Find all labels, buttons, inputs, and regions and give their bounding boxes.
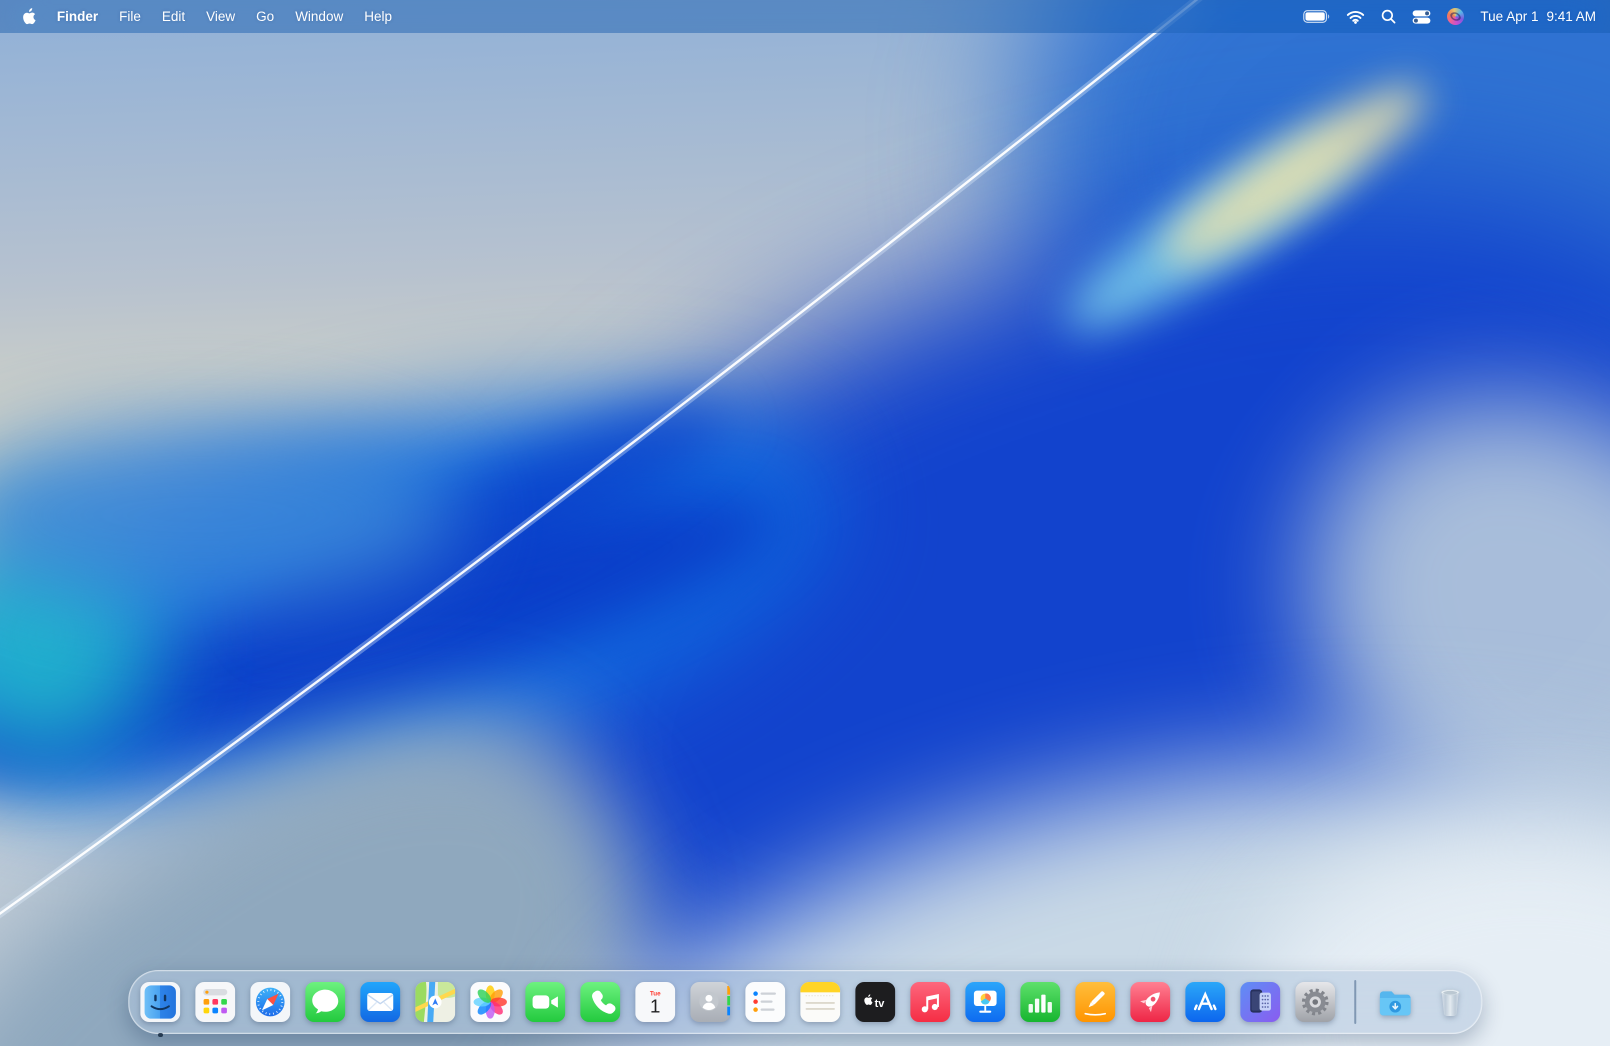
menu-finder[interactable]: Finder: [57, 9, 98, 24]
dock-shortcuts: [1375, 982, 1470, 1022]
menu-bar: Finder File Edit View Go Window Help Tue Apr 1…: [0, 0, 1610, 33]
dock-maps-icon[interactable]: [415, 982, 456, 1022]
dock-photos-icon[interactable]: [470, 982, 511, 1022]
dock-downloads-folder-icon[interactable]: [1375, 982, 1415, 1022]
menu-go[interactable]: Go: [256, 9, 274, 24]
dock-pages-icon[interactable]: [1075, 982, 1116, 1022]
dock-contacts-icon[interactable]: [690, 982, 731, 1022]
clock-time: 9:41 AM: [1546, 9, 1596, 24]
siri-icon[interactable]: [1447, 8, 1465, 25]
dock-numbers-icon[interactable]: [1020, 982, 1061, 1022]
dock-mail-icon[interactable]: [360, 982, 401, 1022]
menu-file[interactable]: File: [119, 9, 141, 24]
dock-system-settings-icon[interactable]: [1295, 982, 1336, 1022]
svg-text:1: 1: [650, 996, 660, 1017]
svg-text:tv: tv: [875, 998, 886, 1010]
dock-safari-icon[interactable]: [250, 982, 291, 1022]
wifi-icon[interactable]: [1346, 10, 1365, 24]
dock-divider: [1354, 980, 1356, 1024]
clock-date: Tue Apr 1: [1480, 9, 1539, 24]
dock-apps: Tue 1 tv: [140, 982, 1336, 1037]
apple-logo-icon: [23, 8, 36, 25]
menu-view[interactable]: View: [206, 9, 235, 24]
dock-reminders-icon[interactable]: [745, 982, 786, 1022]
apple-menu[interactable]: [22, 8, 36, 25]
running-indicator-dot: [158, 1032, 163, 1037]
dock-apps-launchpad-icon[interactable]: [195, 982, 236, 1022]
control-center-icon[interactable]: [1412, 9, 1431, 24]
menu-bar-clock[interactable]: Tue Apr 1 9:41 AM: [1480, 9, 1596, 24]
desktop: Finder File Edit View Go Window Help Tue Apr 1…: [0, 0, 1610, 1046]
dock-games-icon[interactable]: [1130, 982, 1171, 1022]
menu-edit[interactable]: Edit: [162, 9, 185, 24]
dock-notes-icon[interactable]: [800, 982, 841, 1022]
dock-tv-icon[interactable]: tv: [855, 982, 896, 1022]
dock-finder-icon[interactable]: [140, 982, 181, 1037]
spotlight-search-icon[interactable]: [1381, 9, 1396, 24]
dock-calendar-icon[interactable]: Tue 1: [635, 982, 676, 1022]
menu-bar-status: Tue Apr 1 9:41 AM: [1303, 8, 1596, 25]
dock-iphone-mirroring-icon[interactable]: [1240, 982, 1281, 1022]
menu-bar-menus: Finder File Edit View Go Window Help: [57, 9, 392, 24]
dock: Tue 1 tv: [128, 970, 1482, 1037]
dock-app-store-icon[interactable]: [1185, 982, 1226, 1022]
dock-trash-icon[interactable]: [1430, 982, 1470, 1022]
dock-phone-icon[interactable]: [580, 982, 621, 1022]
menu-window[interactable]: Window: [295, 9, 343, 24]
desktop-wallpaper: [0, 0, 1610, 1046]
battery-icon[interactable]: [1303, 10, 1330, 23]
menu-bar-left: Finder File Edit View Go Window Help: [22, 8, 392, 25]
menu-help[interactable]: Help: [364, 9, 392, 24]
dock-keynote-icon[interactable]: [965, 982, 1006, 1022]
status-icons: [1303, 8, 1465, 25]
dock-music-icon[interactable]: [910, 982, 951, 1022]
dock-messages-icon[interactable]: [305, 982, 346, 1022]
dock-facetime-icon[interactable]: [525, 982, 566, 1022]
